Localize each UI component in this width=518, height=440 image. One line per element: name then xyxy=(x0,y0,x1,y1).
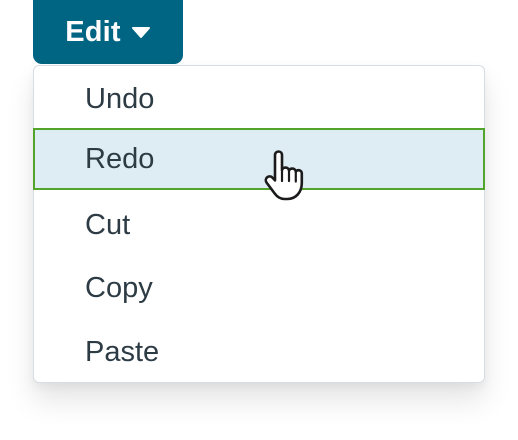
menu-item-cut-label: Cut xyxy=(85,208,131,241)
menu-item-paste-label: Paste xyxy=(85,335,160,368)
menu-item-undo[interactable]: Undo xyxy=(34,68,484,130)
triangle-down-icon xyxy=(131,25,151,39)
edit-menu-button[interactable]: Edit xyxy=(33,0,183,64)
menu-item-undo-label: Undo xyxy=(85,82,155,115)
edit-menu-button-label: Edit xyxy=(65,15,121,48)
menu-item-paste[interactable]: Paste xyxy=(34,321,484,383)
menu-item-redo[interactable]: Redo xyxy=(33,128,485,190)
menu-item-redo-label: Redo xyxy=(85,142,155,175)
menu-item-cut[interactable]: Cut xyxy=(34,194,484,256)
edit-dropdown-menu: Undo Redo Cut Copy Paste xyxy=(33,65,485,383)
menu-item-copy-label: Copy xyxy=(85,271,153,304)
menu-item-copy[interactable]: Copy xyxy=(34,257,484,319)
